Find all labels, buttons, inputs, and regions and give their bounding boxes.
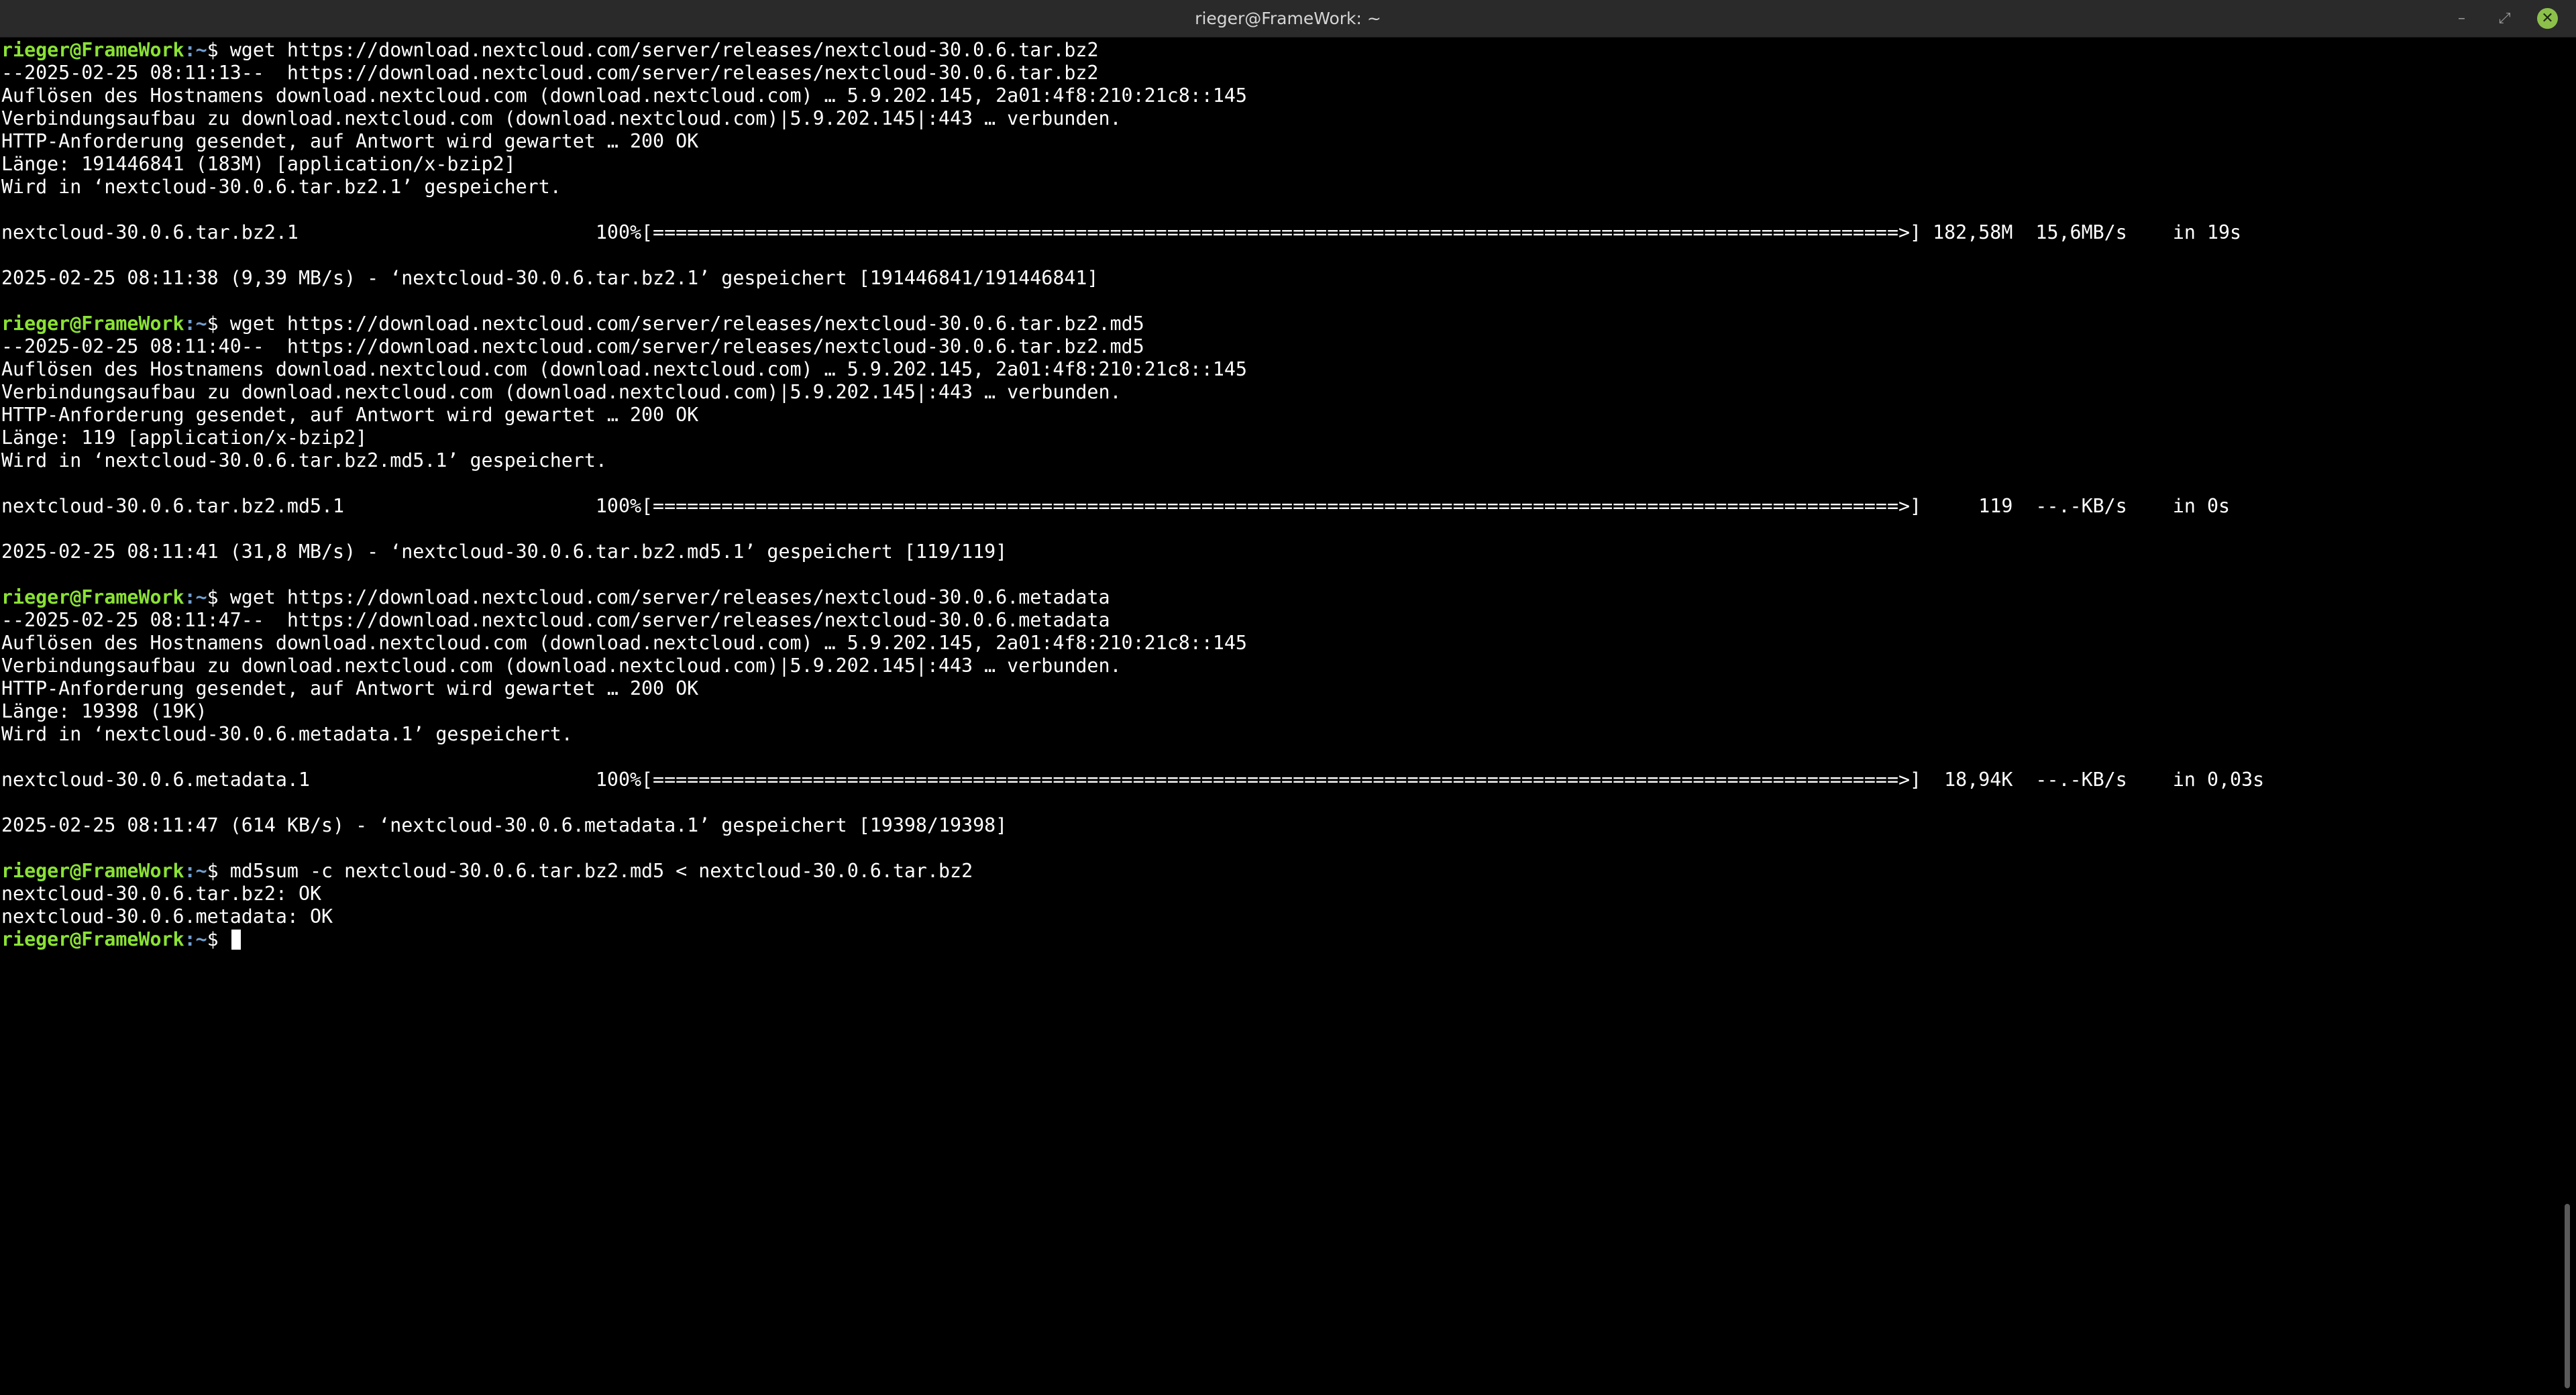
prompt-line: rieger@FrameWork:~$ wget https://downloa…	[1, 39, 2551, 62]
prompt-path: :~	[184, 928, 207, 950]
output-line: --2025-02-25 08:11:47-- https://download…	[1, 609, 2551, 632]
prompt-path: :~	[184, 586, 207, 608]
output-line: nextcloud-30.0.6.tar.bz2.1 100%[========…	[1, 221, 2551, 244]
close-button[interactable]: ✕	[2537, 8, 2558, 29]
prompt-user-host: rieger@FrameWork	[1, 928, 184, 950]
output-text: 2025-02-25 08:11:41 (31,8 MB/s) - ‘nextc…	[1, 541, 1008, 563]
prompt-line: rieger@FrameWork:~$ md5sum -c nextcloud-…	[1, 860, 2551, 883]
output-line: 2025-02-25 08:11:47 (614 KB/s) - ‘nextcl…	[1, 814, 2551, 837]
output-text: nextcloud-30.0.6.tar.bz2.md5.1 100%[====…	[1, 495, 2231, 517]
scrollbar-thumb[interactable]	[2565, 1204, 2570, 1388]
output-line: nextcloud-30.0.6.tar.bz2.md5.1 100%[====…	[1, 495, 2551, 518]
prompt-symbol: $	[207, 586, 230, 608]
maximize-button[interactable]: ⤢	[2494, 8, 2515, 29]
prompt-symbol: $	[207, 39, 230, 61]
output-text: Verbindungsaufbau zu download.nextcloud.…	[1, 381, 1122, 403]
output-line: Auflösen des Hostnamens download.nextclo…	[1, 358, 2551, 381]
output-line: Verbindungsaufbau zu download.nextcloud.…	[1, 655, 2551, 677]
output-text: Verbindungsaufbau zu download.nextcloud.…	[1, 107, 1122, 129]
output-line: HTTP-Anforderung gesendet, auf Antwort w…	[1, 130, 2551, 153]
output-text: Auflösen des Hostnamens download.nextclo…	[1, 632, 1247, 654]
text-cursor	[231, 930, 241, 950]
output-line: nextcloud-30.0.6.metadata.1 100%[=======…	[1, 769, 2551, 791]
prompt-symbol: $	[207, 313, 230, 335]
output-line: 2025-02-25 08:11:41 (31,8 MB/s) - ‘nextc…	[1, 541, 2551, 563]
prompt-path: :~	[184, 313, 207, 335]
output-line: nextcloud-30.0.6.metadata: OK	[1, 905, 2551, 928]
output-text: HTTP-Anforderung gesendet, auf Antwort w…	[1, 677, 699, 700]
output-text: Länge: 191446841 (183M) [application/x-b…	[1, 153, 516, 175]
output-line: Auflösen des Hostnamens download.nextclo…	[1, 85, 2551, 107]
output-text: Länge: 119 [application/x-bzip2]	[1, 427, 368, 449]
command-text: wget https://download.nextcloud.com/serv…	[229, 39, 1099, 61]
output-line: Länge: 119 [application/x-bzip2]	[1, 427, 2551, 449]
output-line: nextcloud-30.0.6.tar.bz2: OK	[1, 883, 2551, 905]
output-line: Verbindungsaufbau zu download.nextcloud.…	[1, 107, 2551, 130]
output-text: Wird in ‘nextcloud-30.0.6.metadata.1’ ge…	[1, 723, 573, 745]
minimize-button[interactable]: –	[2451, 8, 2472, 29]
prompt-symbol: $	[207, 928, 230, 950]
command-text: wget https://download.nextcloud.com/serv…	[229, 313, 1144, 335]
terminal-output[interactable]: rieger@FrameWork:~$ wget https://downloa…	[1, 39, 2551, 951]
output-line: Länge: 191446841 (183M) [application/x-b…	[1, 153, 2551, 176]
terminal-window: rieger@FrameWork: ~ – ⤢ ✕ rieger@FrameWo…	[0, 0, 2576, 1395]
command-text: md5sum -c nextcloud-30.0.6.tar.bz2.md5 <…	[229, 860, 973, 882]
command-text: wget https://download.nextcloud.com/serv…	[229, 586, 1110, 608]
output-line: Wird in ‘nextcloud-30.0.6.tar.bz2.1’ ges…	[1, 176, 2551, 199]
output-text: --2025-02-25 08:11:13-- https://download…	[1, 62, 1099, 84]
prompt-path: :~	[184, 860, 207, 882]
output-line: Länge: 19398 (19K)	[1, 700, 2551, 723]
output-line: --2025-02-25 08:11:13-- https://download…	[1, 62, 2551, 85]
output-text: Auflösen des Hostnamens download.nextclo…	[1, 85, 1247, 107]
output-text: nextcloud-30.0.6.metadata: OK	[1, 905, 333, 928]
scrollbar-track[interactable]	[2560, 38, 2576, 1395]
title-bar[interactable]: rieger@FrameWork: ~ – ⤢ ✕	[0, 0, 2576, 38]
window-title: rieger@FrameWork: ~	[1195, 9, 1381, 28]
output-text: Wird in ‘nextcloud-30.0.6.tar.bz2.1’ ges…	[1, 176, 561, 198]
output-line: Wird in ‘nextcloud-30.0.6.metadata.1’ ge…	[1, 723, 2551, 746]
output-text: --2025-02-25 08:11:40-- https://download…	[1, 335, 1144, 357]
prompt-user-host: rieger@FrameWork	[1, 586, 184, 608]
prompt-line: rieger@FrameWork:~$ wget https://downloa…	[1, 313, 2551, 335]
output-text: Auflösen des Hostnamens download.nextclo…	[1, 358, 1247, 380]
prompt-path: :~	[184, 39, 207, 61]
output-text: nextcloud-30.0.6.tar.bz2.1 100%[========…	[1, 221, 2242, 243]
output-text: Wird in ‘nextcloud-30.0.6.tar.bz2.md5.1’…	[1, 449, 607, 471]
output-text: 2025-02-25 08:11:38 (9,39 MB/s) - ‘nextc…	[1, 267, 1099, 289]
output-text: --2025-02-25 08:11:47-- https://download…	[1, 609, 1110, 631]
output-line: HTTP-Anforderung gesendet, auf Antwort w…	[1, 404, 2551, 427]
prompt-user-host: rieger@FrameWork	[1, 313, 184, 335]
prompt-user-host: rieger@FrameWork	[1, 39, 184, 61]
output-text: HTTP-Anforderung gesendet, auf Antwort w…	[1, 130, 699, 152]
output-line: 2025-02-25 08:11:38 (9,39 MB/s) - ‘nextc…	[1, 267, 2551, 290]
output-text: nextcloud-30.0.6.metadata.1 100%[=======…	[1, 769, 2265, 791]
prompt-line: rieger@FrameWork:~$	[1, 928, 2551, 951]
prompt-user-host: rieger@FrameWork	[1, 860, 184, 882]
output-line: Wird in ‘nextcloud-30.0.6.tar.bz2.md5.1’…	[1, 449, 2551, 472]
output-text: nextcloud-30.0.6.tar.bz2: OK	[1, 883, 322, 905]
output-line: --2025-02-25 08:11:40-- https://download…	[1, 335, 2551, 358]
prompt-line: rieger@FrameWork:~$ wget https://downloa…	[1, 586, 2551, 609]
output-text: HTTP-Anforderung gesendet, auf Antwort w…	[1, 404, 699, 426]
output-text: Länge: 19398 (19K)	[1, 700, 207, 722]
output-text: 2025-02-25 08:11:47 (614 KB/s) - ‘nextcl…	[1, 814, 1008, 836]
output-line: Auflösen des Hostnamens download.nextclo…	[1, 632, 2551, 655]
output-line: Verbindungsaufbau zu download.nextcloud.…	[1, 381, 2551, 404]
output-text: Verbindungsaufbau zu download.nextcloud.…	[1, 655, 1122, 677]
output-line: HTTP-Anforderung gesendet, auf Antwort w…	[1, 677, 2551, 700]
prompt-symbol: $	[207, 860, 230, 882]
